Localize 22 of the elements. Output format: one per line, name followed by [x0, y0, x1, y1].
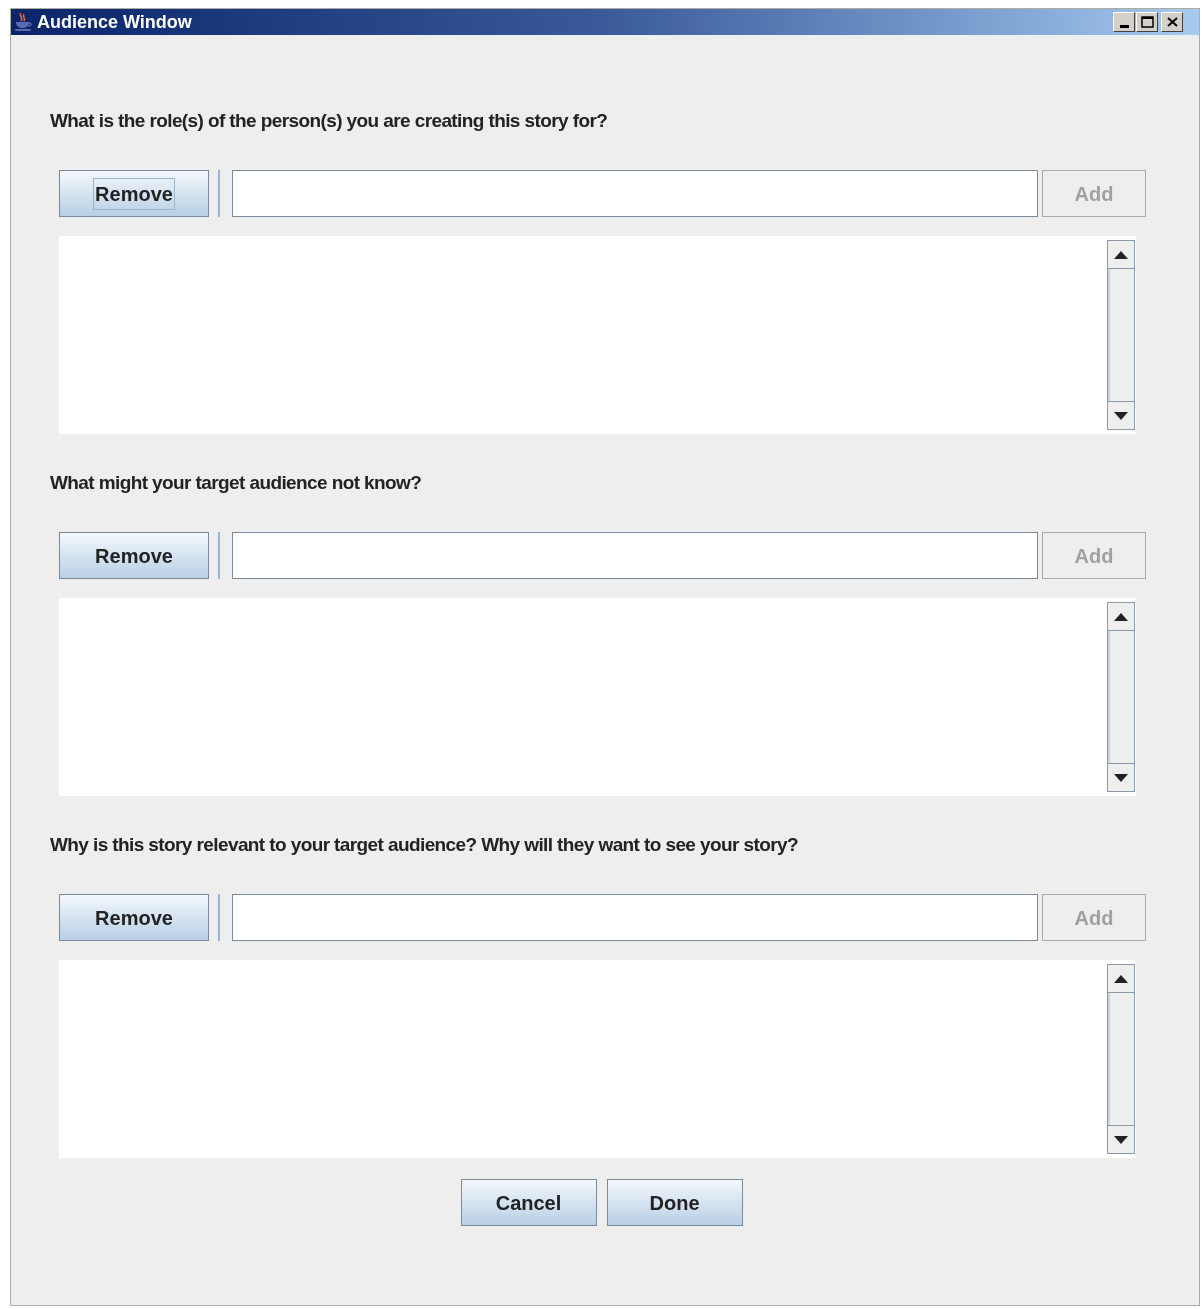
remove-button[interactable]: Remove [59, 170, 209, 217]
minimize-icon [1119, 25, 1129, 28]
text-input[interactable] [232, 894, 1038, 941]
scrollbar[interactable] [1107, 240, 1135, 430]
text-input[interactable] [232, 170, 1038, 217]
minimize-button[interactable] [1113, 12, 1135, 32]
text-input[interactable] [232, 532, 1038, 579]
close-icon [1166, 17, 1178, 27]
close-button[interactable] [1161, 12, 1183, 32]
dialog-button[interactable]: Done [606, 1179, 743, 1226]
remove-button[interactable]: Remove [59, 532, 209, 579]
question-label: What might your target audience not know? [50, 474, 423, 492]
maximize-button[interactable] [1136, 12, 1158, 32]
scrollbar[interactable] [1107, 602, 1135, 792]
remove-button[interactable]: Remove [59, 894, 209, 941]
coffee-cup-icon [13, 12, 33, 32]
maximize-icon [1140, 16, 1154, 28]
question-label: What is the role(s) of the person(s) you are creating this story for? [50, 112, 609, 130]
dialog-button[interactable]: Cancel [460, 1179, 597, 1226]
question-label: Why is this story relevant to your target audience? Why will they want to see your story? [50, 836, 799, 854]
scrollbar[interactable] [1107, 964, 1135, 1154]
window-title: Audience Window [37, 10, 192, 34]
